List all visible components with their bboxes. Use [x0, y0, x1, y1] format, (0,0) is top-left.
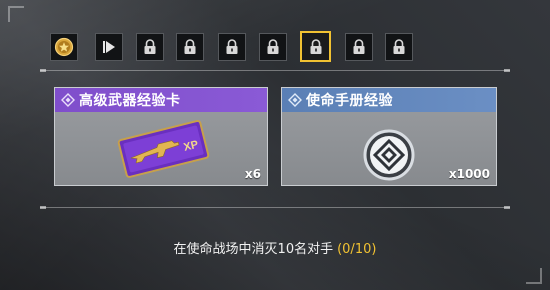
frame-corner-top-left: [8, 6, 24, 22]
lock-icon: [226, 39, 238, 54]
reward-card-weapon-xp[interactable]: 高级武器经验卡 XP x6: [54, 87, 268, 186]
reward-card-battle-pass-xp[interactable]: 使命手册经验 x1000: [281, 87, 497, 186]
tier-2-button[interactable]: [95, 33, 123, 61]
reward-card-header: 使命手册经验: [282, 88, 496, 112]
divider-bottom: [40, 206, 510, 209]
tier-9-button[interactable]: [385, 33, 413, 61]
tier-5-button[interactable]: [218, 33, 246, 61]
tier-8-button[interactable]: [345, 33, 373, 61]
lock-icon: [267, 39, 279, 54]
rarity-diamond-icon: [288, 93, 302, 107]
lock-icon: [310, 38, 321, 54]
reward-quantity: x6: [244, 167, 261, 181]
tier-4-button[interactable]: [176, 33, 204, 61]
tier-1-button[interactable]: [50, 33, 78, 61]
battle-pass-xp-emblem-icon: [363, 129, 415, 181]
tier-7-button[interactable]: [300, 31, 331, 62]
reward-quantity: x1000: [448, 167, 490, 181]
reward-title: 使命手册经验: [306, 93, 393, 109]
divider-top: [40, 69, 510, 72]
objective-text: 在使命战场中消灭10名对手: [173, 242, 334, 257]
frame-corner-bottom-right: [526, 268, 542, 284]
star-medal-icon: [54, 37, 74, 57]
challenge-objective: 在使命战场中消灭10名对手 (0/10): [0, 238, 550, 257]
play-icon: [103, 41, 115, 53]
objective-progress: (0/10): [337, 242, 377, 257]
rarity-diamond-icon: [61, 93, 75, 107]
lock-icon: [184, 39, 196, 54]
lock-icon: [393, 39, 405, 54]
lock-icon: [353, 39, 365, 54]
reward-title: 高级武器经验卡: [79, 93, 181, 109]
tier-3-button[interactable]: [136, 33, 164, 61]
tier-6-button[interactable]: [259, 33, 287, 61]
lock-icon: [144, 39, 156, 54]
weapon-xp-card-icon: XP: [117, 119, 210, 178]
reward-card-header: 高级武器经验卡: [55, 88, 267, 112]
